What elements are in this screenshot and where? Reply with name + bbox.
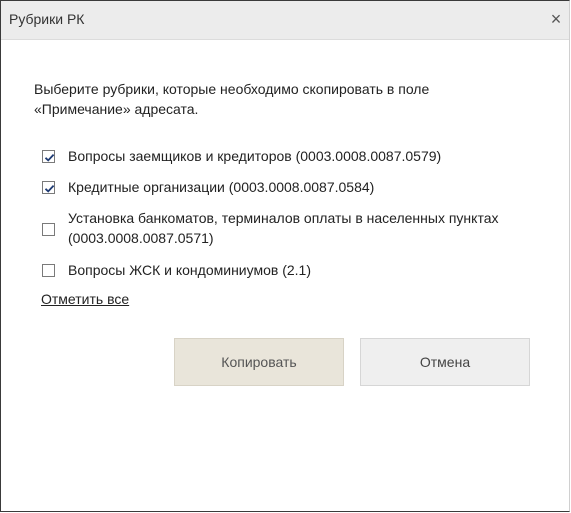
rubric-label-3: Установка банкоматов, терминалов оплаты …	[68, 210, 499, 246]
checkbox-rubric-2[interactable]	[42, 181, 55, 194]
rubric-label-4: Вопросы ЖСК и кондоминиумов (2.1)	[68, 262, 311, 278]
copy-button[interactable]: Копировать	[174, 338, 344, 386]
rubrics-dialog: Рубрики РК × Выберите рубрики, которые н…	[0, 0, 570, 512]
dialog-titlebar: Рубрики РК ×	[1, 1, 569, 40]
rubric-option-3[interactable]: Установка банкоматов, терминалов оплаты …	[42, 208, 542, 248]
rubric-label-1: Вопросы заемщиков и кредиторов (0003.000…	[68, 148, 442, 164]
instruction-text: Выберите рубрики, которые необходимо ско…	[34, 81, 430, 117]
close-icon[interactable]: ×	[545, 7, 567, 31]
checkbox-rubric-4[interactable]	[42, 264, 55, 277]
checkbox-rubric-1[interactable]	[42, 150, 55, 163]
rubric-option-2[interactable]: Кредитные организации (0003.0008.0087.05…	[42, 177, 542, 197]
rubric-option-4[interactable]: Вопросы ЖСК и кондоминиумов (2.1)	[42, 260, 542, 280]
select-all-link[interactable]: Отметить все	[41, 291, 129, 307]
cancel-button[interactable]: Отмена	[360, 338, 530, 386]
checkmark-icon	[44, 184, 55, 193]
rubric-label-2: Кредитные организации (0003.0008.0087.05…	[68, 179, 375, 195]
checkbox-rubric-3[interactable]	[42, 223, 55, 236]
checkmark-icon	[44, 153, 55, 162]
dialog-title: Рубрики РК	[9, 11, 85, 27]
rubric-option-1[interactable]: Вопросы заемщиков и кредиторов (0003.000…	[42, 146, 542, 166]
